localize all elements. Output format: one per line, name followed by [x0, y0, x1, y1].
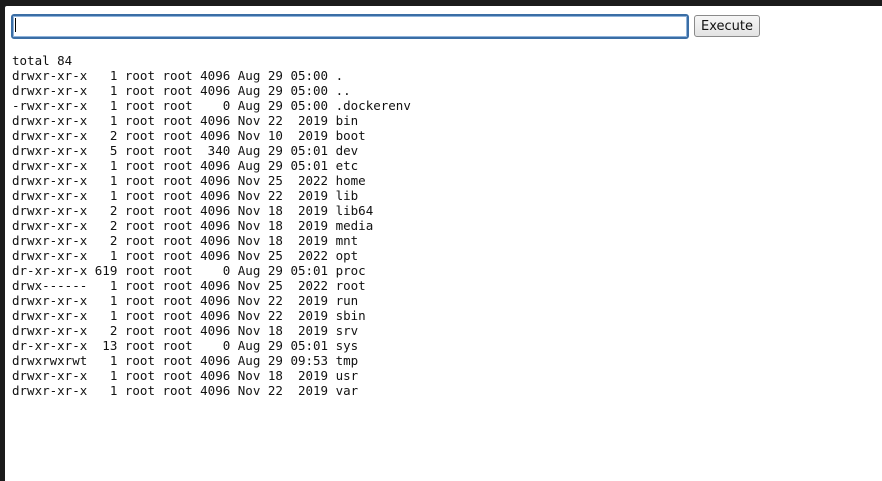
output-line: drwxr-xr-x 1 root root 4096 Aug 29 05:01… — [12, 158, 359, 173]
output-line: dr-xr-xr-x 13 root root 0 Aug 29 05:01 s… — [12, 338, 359, 353]
output-line: drwxr-xr-x 1 root root 4096 Aug 29 05:00… — [12, 68, 344, 83]
output-line: drwxrwxrwt 1 root root 4096 Aug 29 09:53… — [12, 353, 359, 368]
command-input[interactable] — [11, 13, 689, 39]
output-line: drwxr-xr-x 1 root root 4096 Nov 22 2019 … — [12, 113, 359, 128]
output-line: drwxr-xr-x 1 root root 4096 Nov 22 2019 … — [12, 293, 359, 308]
output-line: drwxr-xr-x 1 root root 4096 Nov 25 2022 … — [12, 248, 359, 263]
browser-viewport: Execute total 84 drwxr-xr-x 1 root root 4… — [5, 6, 882, 481]
command-input-wrapper — [11, 13, 689, 39]
output-line: dr-xr-xr-x 619 root root 0 Aug 29 05:01 … — [12, 263, 366, 278]
command-bar: Execute — [11, 13, 760, 39]
output-line: -rwxr-xr-x 1 root root 0 Aug 29 05:00 .d… — [12, 98, 411, 113]
output-line: drwxr-xr-x 2 root root 4096 Nov 18 2019 … — [12, 203, 374, 218]
output-line: drwxr-xr-x 5 root root 340 Aug 29 05:01 … — [12, 143, 359, 158]
output-line: total 84 — [12, 53, 73, 68]
command-output: total 84 drwxr-xr-x 1 root root 4096 Aug … — [12, 53, 411, 398]
output-line: drwx------ 1 root root 4096 Nov 25 2022 … — [12, 278, 366, 293]
output-line: drwxr-xr-x 2 root root 4096 Nov 18 2019 … — [12, 323, 359, 338]
output-line: drwxr-xr-x 1 root root 4096 Nov 22 2019 … — [12, 308, 366, 323]
output-line: drwxr-xr-x 1 root root 4096 Nov 25 2022 … — [12, 173, 366, 188]
output-line: drwxr-xr-x 1 root root 4096 Aug 29 05:00… — [12, 83, 351, 98]
text-caret — [15, 17, 16, 32]
execute-button[interactable]: Execute — [694, 15, 760, 37]
output-line: drwxr-xr-x 1 root root 4096 Nov 22 2019 … — [12, 383, 359, 398]
output-line: drwxr-xr-x 2 root root 4096 Nov 10 2019 … — [12, 128, 366, 143]
output-line: drwxr-xr-x 2 root root 4096 Nov 18 2019 … — [12, 218, 374, 233]
output-line: drwxr-xr-x 1 root root 4096 Nov 18 2019 … — [12, 368, 359, 383]
output-line: drwxr-xr-x 2 root root 4096 Nov 18 2019 … — [12, 233, 359, 248]
output-line: drwxr-xr-x 1 root root 4096 Nov 22 2019 … — [12, 188, 359, 203]
